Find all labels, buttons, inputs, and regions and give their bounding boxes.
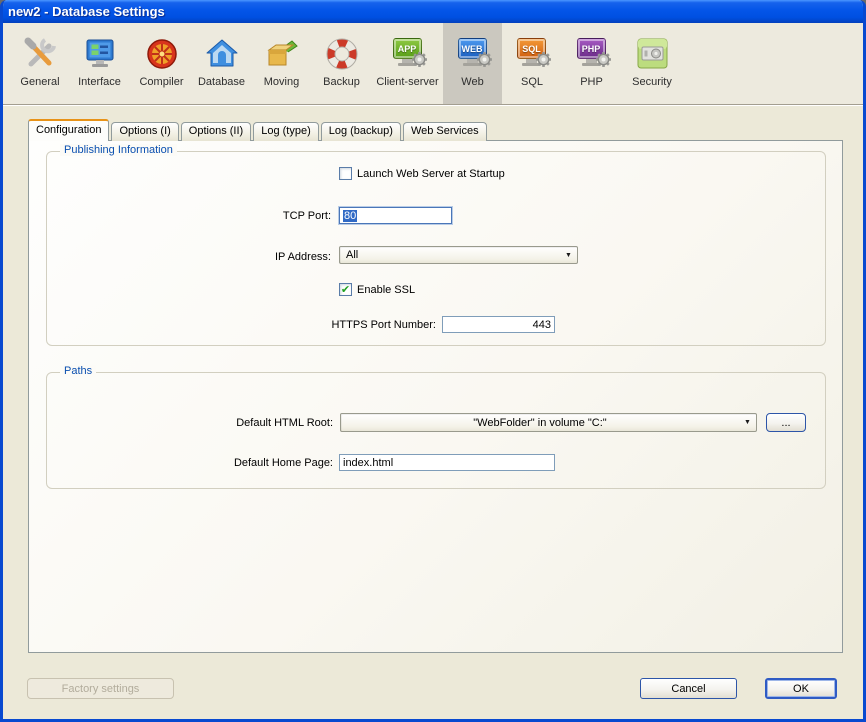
- checkbox-icon: [339, 283, 352, 296]
- toolbar-item-php[interactable]: PHP PHP: [562, 23, 621, 104]
- sql-monitor-icon: SQL: [515, 35, 549, 73]
- gear-icon: [476, 51, 493, 73]
- toolbar-item-label: Client-server: [376, 76, 438, 88]
- chevron-down-icon: ▼: [560, 252, 577, 259]
- enable-ssl-checkbox[interactable]: Enable SSL: [339, 283, 415, 296]
- toolbar-item-backup[interactable]: Backup: [311, 23, 372, 104]
- https-port-label: HTTPS Port Number:: [331, 319, 436, 331]
- house-icon: [205, 35, 239, 73]
- tcp-port-label: TCP Port:: [283, 210, 331, 222]
- group-title: Publishing Information: [60, 144, 177, 156]
- toolbar-item-general[interactable]: General: [13, 23, 67, 104]
- toolbar-item-label: SQL: [521, 76, 543, 88]
- app-monitor-icon: APP: [391, 35, 425, 73]
- factory-settings-button[interactable]: Factory settings: [27, 678, 174, 699]
- toolbar-item-label: Moving: [264, 76, 299, 88]
- settings-toolbar: General Interface: [3, 23, 863, 104]
- database-settings-dialog: new2 - Database Settings General: [0, 0, 866, 722]
- web-monitor-icon: WEB: [456, 35, 490, 73]
- interface-monitor-icon: [83, 35, 117, 73]
- gear-icon: [411, 51, 428, 73]
- default-html-root-select[interactable]: "WebFolder" in volume "C:" ▼: [340, 413, 757, 432]
- group-title: Paths: [60, 365, 96, 377]
- default-home-page-input[interactable]: index.html: [339, 454, 555, 471]
- toolbar-separator: [3, 104, 863, 106]
- compiler-wheel-icon: [145, 35, 179, 73]
- toolbar-item-label: Web: [461, 76, 483, 88]
- toolbar-item-moving[interactable]: Moving: [252, 23, 311, 104]
- title-bar[interactable]: new2 - Database Settings: [0, 0, 866, 23]
- ip-address-label: IP Address:: [275, 251, 331, 263]
- toolbar-item-label: General: [20, 76, 59, 88]
- toolbar-item-compiler[interactable]: Compiler: [132, 23, 191, 104]
- ok-button[interactable]: OK: [765, 678, 837, 699]
- tools-icon: [23, 35, 57, 73]
- toolbar-item-label: Database: [198, 76, 245, 88]
- tab-options-1[interactable]: Options (I): [111, 122, 178, 141]
- tcp-port-input[interactable]: 80: [339, 207, 452, 224]
- tab-log-type[interactable]: Log (type): [253, 122, 319, 141]
- tab-web-services[interactable]: Web Services: [403, 122, 487, 141]
- toolbar-item-interface[interactable]: Interface: [67, 23, 132, 104]
- paths-group: Paths Default HTML Root: "WebFolder" in …: [46, 372, 826, 489]
- gear-icon: [595, 51, 612, 73]
- cancel-button[interactable]: Cancel: [640, 678, 737, 699]
- checkbox-icon: [339, 167, 352, 180]
- safe-icon: [635, 35, 669, 73]
- chevron-down-icon: ▼: [739, 419, 756, 426]
- php-monitor-icon: PHP: [575, 35, 609, 73]
- gear-icon: [535, 51, 552, 73]
- window-title: new2 - Database Settings: [8, 4, 165, 19]
- toolbar-item-label: Interface: [78, 76, 121, 88]
- toolbar-item-label: Security: [632, 76, 672, 88]
- publishing-information-group: Publishing Information Launch Web Server…: [46, 151, 826, 346]
- toolbar-item-label: Compiler: [139, 76, 183, 88]
- tab-configuration[interactable]: Configuration: [28, 119, 109, 141]
- tab-bar: Configuration Options (I) Options (II) L…: [28, 119, 489, 141]
- toolbar-item-database[interactable]: Database: [191, 23, 252, 104]
- tab-options-2[interactable]: Options (II): [181, 122, 251, 141]
- toolbar-item-security[interactable]: Security: [621, 23, 683, 104]
- browse-button[interactable]: ...: [766, 413, 806, 432]
- tab-log-backup[interactable]: Log (backup): [321, 122, 401, 141]
- https-port-input[interactable]: 443: [442, 316, 555, 333]
- configuration-tab-panel: Publishing Information Launch Web Server…: [28, 140, 843, 653]
- launch-web-server-checkbox[interactable]: Launch Web Server at Startup: [339, 167, 505, 180]
- toolbar-item-label: Backup: [323, 76, 360, 88]
- ip-address-select[interactable]: All ▼: [339, 246, 578, 264]
- toolbar-item-label: PHP: [580, 76, 603, 88]
- default-home-page-label: Default Home Page:: [234, 457, 333, 469]
- toolbar-item-sql[interactable]: SQL SQL: [502, 23, 562, 104]
- toolbar-item-web[interactable]: WEB Web: [443, 23, 502, 104]
- toolbar-item-client-server[interactable]: APP Client-server: [372, 23, 443, 104]
- default-html-root-label: Default HTML Root:: [236, 417, 333, 429]
- lifesaver-icon: [325, 35, 359, 73]
- moving-box-icon: [265, 35, 299, 73]
- selected-text: 80: [343, 210, 357, 222]
